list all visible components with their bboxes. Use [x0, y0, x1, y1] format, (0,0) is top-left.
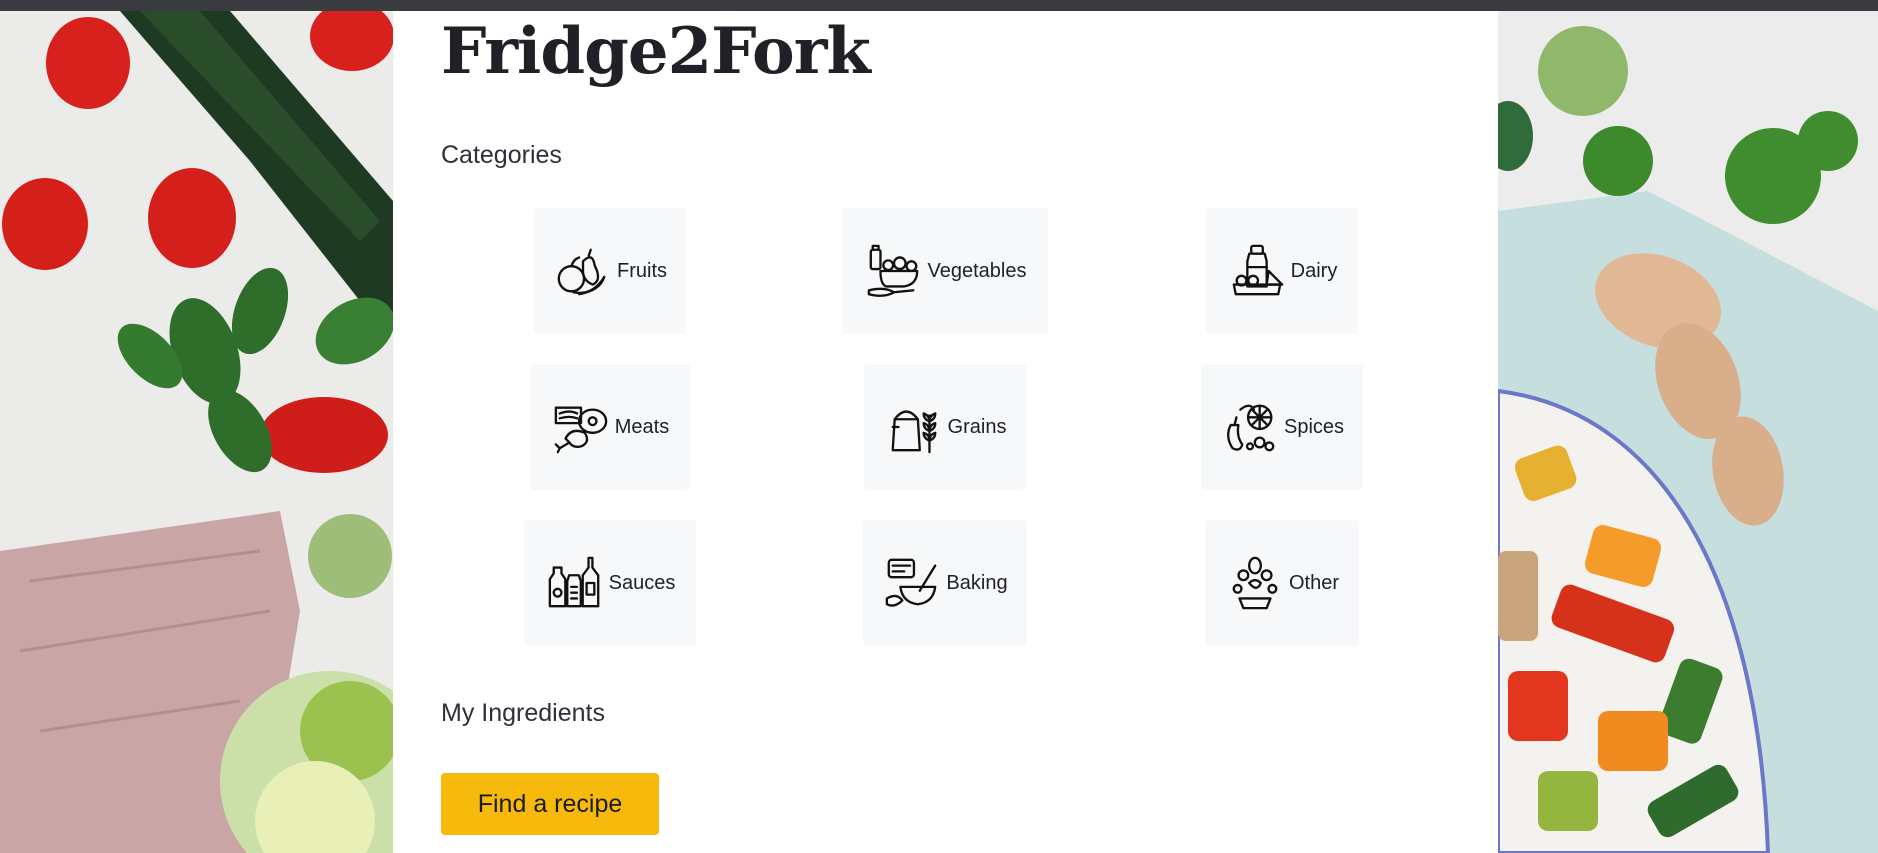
category-label: Grains [947, 415, 1007, 438]
category-label: Sauces [608, 571, 676, 594]
category-card-meats[interactable]: Meats [530, 364, 690, 490]
meats-icon [551, 397, 611, 457]
baking-icon [882, 553, 942, 613]
find-recipe-button[interactable]: Find a recipe [441, 773, 659, 835]
category-card-dairy[interactable]: Dairy [1206, 208, 1358, 334]
category-label: Vegetables [927, 259, 1027, 282]
category-label: Dairy [1290, 259, 1338, 282]
category-card-spices[interactable]: Spices [1201, 364, 1363, 490]
browser-top-bar [0, 0, 1878, 11]
vegetables-icon [864, 241, 924, 301]
category-card-fruits[interactable]: Fruits [534, 208, 686, 334]
category-card-vegetables[interactable]: Vegetables [842, 208, 1048, 334]
other-icon [1225, 553, 1285, 613]
sauces-icon [545, 553, 605, 613]
main-content: Fridge2Fork Categories Fruits Vegetables… [393, 11, 1498, 853]
categories-heading: Categories [441, 141, 562, 169]
category-label: Fruits [617, 259, 667, 282]
category-card-sauces[interactable]: Sauces [524, 520, 696, 646]
grains-icon [884, 397, 944, 457]
category-card-baking[interactable]: Baking [863, 520, 1027, 646]
category-label: Other [1288, 571, 1340, 594]
fruits-icon [553, 241, 613, 301]
dairy-icon [1227, 241, 1287, 301]
category-label: Meats [614, 415, 670, 438]
category-label: Baking [946, 571, 1008, 594]
my-ingredients-heading: My Ingredients [441, 699, 605, 727]
right-food-photo [1498, 11, 1878, 853]
category-card-other[interactable]: Other [1205, 520, 1359, 646]
left-food-photo [0, 11, 393, 853]
category-card-grains[interactable]: Grains [864, 364, 1026, 490]
category-label: Spices [1283, 415, 1345, 438]
spices-icon [1220, 397, 1280, 457]
app-title: Fridge2Fork [441, 14, 871, 89]
